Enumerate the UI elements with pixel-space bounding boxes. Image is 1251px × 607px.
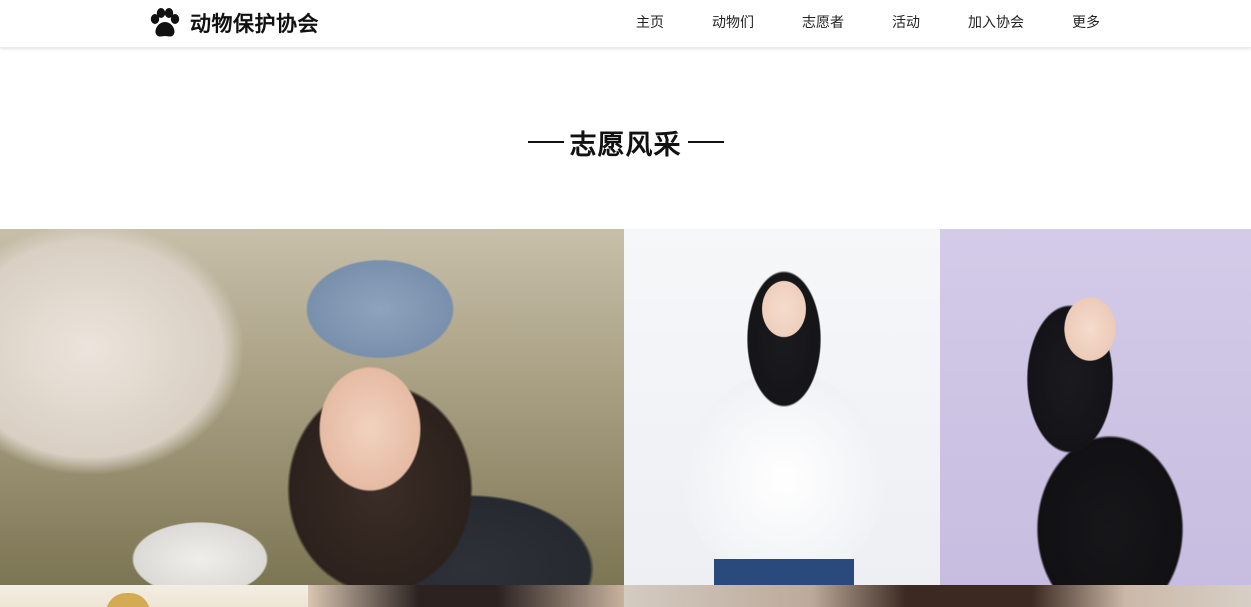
section-title: 志愿风采 [569, 129, 682, 161]
photo-detail [106, 593, 150, 607]
section-heading: 志愿风采 [0, 122, 1251, 162]
nav-item-activities[interactable]: 活动 [892, 13, 920, 33]
volunteer-photo-row2-3[interactable] [624, 585, 1251, 607]
photo-detail [714, 559, 854, 585]
nav-item-more[interactable]: 更多 [1072, 13, 1100, 33]
nav-item-join[interactable]: 加入协会 [968, 13, 1024, 33]
main-nav: 主页 动物们 志愿者 活动 加入协会 更多 [0, 0, 1251, 48]
volunteer-photo-lavender[interactable] [940, 229, 1251, 585]
volunteer-photo-row2-2[interactable] [308, 585, 624, 607]
nav-item-home[interactable]: 主页 [636, 13, 664, 33]
volunteer-photo-white-blouse[interactable] [624, 229, 940, 585]
site-header: 动物保护协会 主页 动物们 志愿者 活动 加入协会 更多 [0, 0, 1251, 48]
nav-item-animals[interactable]: 动物们 [712, 13, 754, 33]
nav-item-volunteers[interactable]: 志愿者 [802, 13, 844, 33]
volunteer-photo-beanie[interactable] [0, 229, 624, 585]
volunteer-gallery [0, 229, 1251, 607]
title-dash-left [527, 141, 564, 143]
volunteer-photo-row2-1[interactable] [0, 585, 308, 607]
title-dash-right [687, 141, 724, 143]
